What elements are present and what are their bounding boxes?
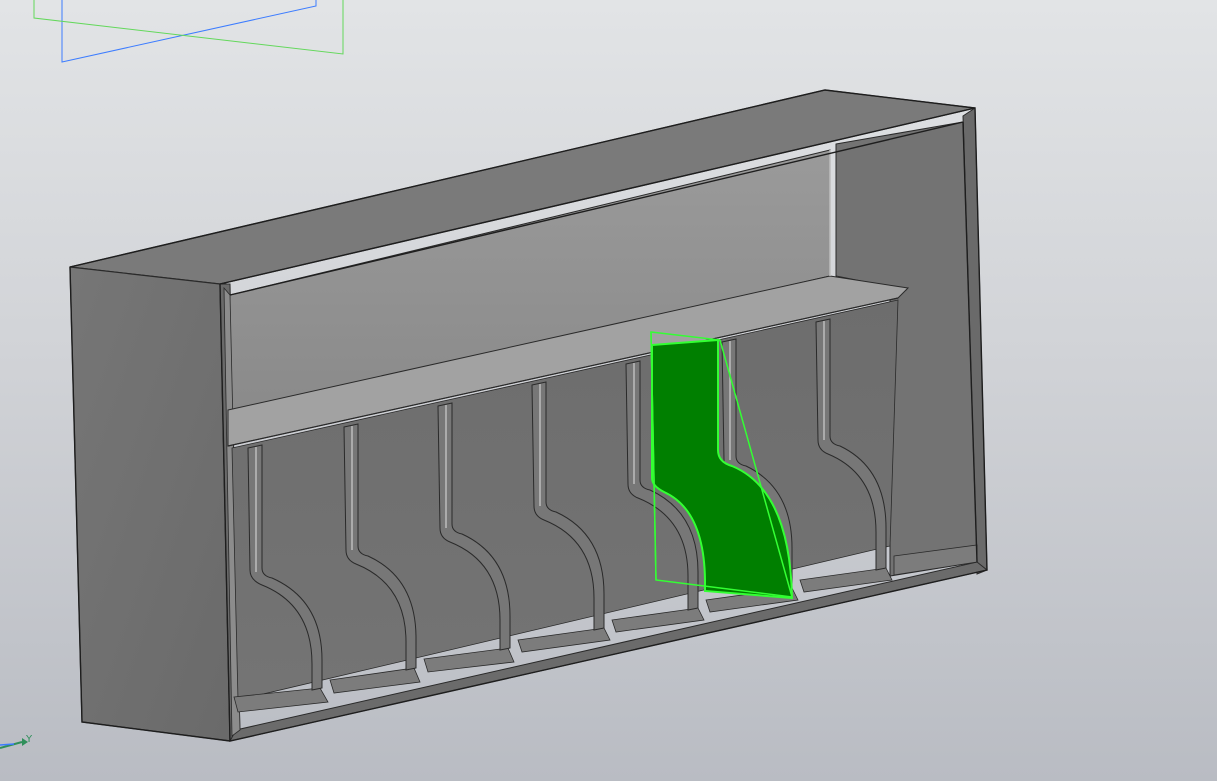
reference-plane-xy[interactable] (61, 0, 317, 63)
box-model[interactable] (69, 89, 989, 742)
left-end-face[interactable] (69, 266, 231, 742)
reference-plane-xz[interactable] (33, 0, 344, 55)
cad-3d-viewport[interactable]: Y (0, 0, 1217, 781)
coordinate-axes-icon (0, 738, 28, 749)
model-canvas[interactable] (0, 0, 1217, 781)
